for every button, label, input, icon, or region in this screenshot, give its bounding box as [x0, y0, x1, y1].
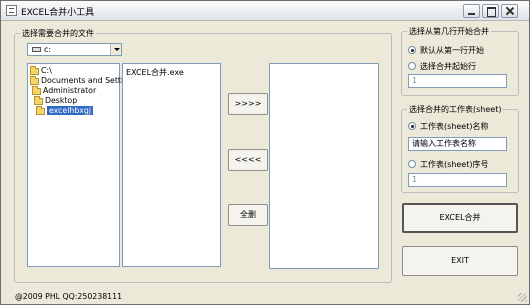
file-select-group-title: 选择需要合并的文件 [20, 28, 96, 39]
radio-default-first-row[interactable]: 默认从第一行开始 [408, 45, 484, 56]
drive-icon [32, 47, 41, 52]
minimize-button[interactable] [463, 4, 480, 18]
close-button[interactable] [501, 4, 518, 18]
folder-open-icon [36, 105, 45, 115]
radio-custom-start-row[interactable]: 选择合并起始行 [408, 61, 476, 72]
status-text: @2009 PHL QQ:250238111 [15, 292, 123, 301]
resize-grip-icon[interactable] [518, 293, 527, 302]
folder-open-icon [30, 65, 39, 75]
excel-merge-button[interactable]: EXCEL合并 [402, 203, 518, 233]
title-bar: EXCEL合并小工具 [1, 1, 529, 21]
delete-all-button[interactable]: 全删 [228, 204, 268, 226]
sheet-index-input[interactable]: 1 [408, 173, 507, 187]
file-list[interactable]: EXCEL合并.exe [122, 63, 221, 267]
selected-files-list[interactable] [269, 63, 379, 269]
radio-checked-icon [408, 122, 416, 130]
tree-item[interactable]: Documents and Settings [30, 75, 137, 86]
folder-open-icon [32, 85, 41, 95]
file-list-item[interactable]: EXCEL合并.exe [126, 67, 184, 78]
tree-item[interactable]: Administrator [32, 85, 96, 96]
start-row-input[interactable]: 1 [408, 74, 507, 88]
tree-item-selected[interactable]: excelhbxgj [36, 105, 94, 116]
main-window: EXCEL合并小工具 选择需要合并的文件 c: C:\ Documents an… [0, 0, 530, 305]
radio-unchecked-icon [408, 62, 416, 70]
remove-files-button[interactable]: <<<< [228, 149, 268, 171]
radio-sheet-index[interactable]: 工作表(sheet)序号 [408, 159, 488, 170]
drive-value: c: [44, 45, 52, 54]
radio-unchecked-icon [408, 160, 416, 168]
radio-sheet-name[interactable]: 工作表(sheet)名称 [408, 121, 488, 132]
tree-item[interactable]: Desktop [34, 95, 77, 106]
sheet-select-group-title: 选择合并的工作表(sheet) [407, 104, 504, 115]
sheet-name-input[interactable]: 请输入工作表名称 [408, 137, 507, 151]
folder-open-icon [34, 95, 43, 105]
folder-tree[interactable]: C:\ Documents and Settings Administrator… [27, 63, 137, 267]
app-icon [6, 5, 17, 16]
window-title: EXCEL合并小工具 [21, 8, 95, 18]
tree-item[interactable]: C:\ [30, 65, 52, 76]
start-row-group-title: 选择从第几行开始合并 [407, 26, 491, 37]
chevron-down-icon[interactable] [110, 44, 121, 55]
add-files-button[interactable]: >>>> [228, 93, 268, 115]
radio-checked-icon [408, 46, 416, 54]
exit-button[interactable]: EXIT [402, 246, 518, 276]
drive-select[interactable]: c: [27, 43, 122, 56]
maximize-button[interactable] [482, 4, 499, 18]
folder-open-icon [30, 75, 39, 85]
